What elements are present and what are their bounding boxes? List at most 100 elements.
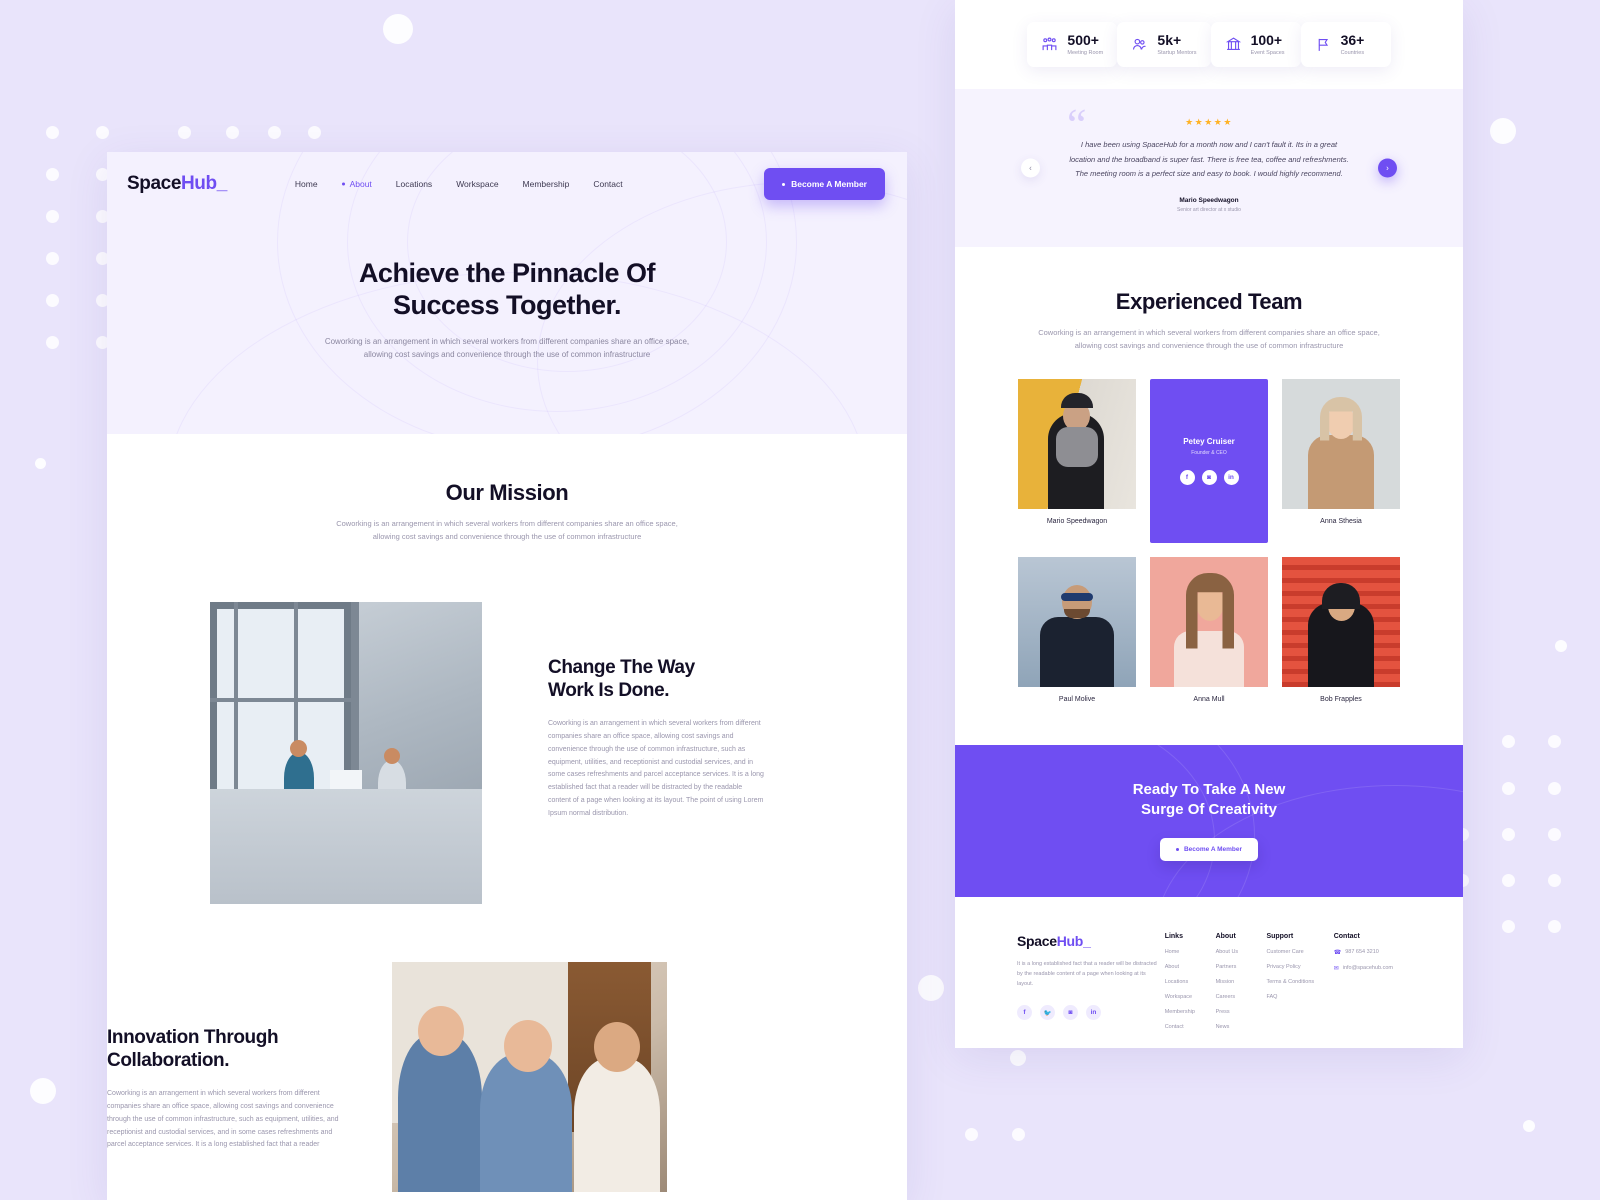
- feature-2-title-line1: Innovation Through: [107, 1026, 279, 1048]
- twitter-icon[interactable]: 🐦: [1040, 1005, 1055, 1021]
- testimonial-role: Senior art director at x studio: [1177, 206, 1241, 213]
- nav-item-about[interactable]: About: [342, 179, 372, 189]
- logo[interactable]: SpaceHub_: [127, 173, 227, 195]
- team-member-name: Paul Molive: [1058, 695, 1096, 703]
- footer-link[interactable]: News: [1216, 1024, 1267, 1030]
- footer-link[interactable]: About Us: [1216, 949, 1267, 955]
- stat-value: 5k+: [1157, 32, 1182, 48]
- logo-text-accent: Hub_: [180, 173, 227, 194]
- stat-card-startup-mentors[interactable]: 5k+ Startup Mentors: [1117, 22, 1211, 67]
- team-member-name: Anna Mull: [1193, 695, 1225, 703]
- hero-section: SpaceHub_ Home About Locations Workspace…: [107, 152, 907, 434]
- users-icon: [1131, 36, 1148, 53]
- feature-2-body: Coworking is an arrangement in which sev…: [107, 1090, 339, 1149]
- cta-section: Ready To Take A New Surge Of Creativity …: [955, 744, 1463, 897]
- phone-icon: ☎: [1333, 949, 1342, 956]
- hero-sub-line2: allowing cost savings and convenience th…: [363, 350, 651, 360]
- stat-card-event-spaces[interactable]: 100+ Event Spaces: [1210, 22, 1301, 67]
- nav-item-locations[interactable]: Locations: [396, 179, 432, 189]
- footer-link[interactable]: Partners: [1216, 964, 1267, 970]
- team-sub-line2: allowing cost savings and convenience th…: [1074, 340, 1344, 350]
- hero-sub-line1: Coworking is an arrangement in which sev…: [324, 337, 690, 347]
- stat-label: Countries: [1340, 50, 1365, 56]
- stat-label: Event Spaces: [1250, 50, 1285, 56]
- flag-icon: [1315, 36, 1332, 53]
- team-member-card[interactable]: Anna Sthesia: [1282, 378, 1400, 543]
- feature-2-title: Innovation Through Collaboration.: [107, 1026, 344, 1074]
- team-title: Experienced Team: [1115, 289, 1303, 314]
- become-a-member-button[interactable]: Become A Member: [764, 168, 885, 200]
- instagram-icon[interactable]: ◙: [1063, 1005, 1078, 1021]
- footer-socials: f 🐦 ◙ in: [1017, 1005, 1165, 1021]
- nav-item-contact[interactable]: Contact: [593, 179, 622, 189]
- footer-link[interactable]: Locations: [1165, 979, 1216, 985]
- meeting-people-icon: [1041, 36, 1058, 53]
- stat-card-countries[interactable]: 36+ Countries: [1300, 22, 1391, 67]
- testimonial-prev-button[interactable]: ‹: [1021, 158, 1040, 178]
- team-member-card[interactable]: Anna Mull: [1150, 556, 1268, 703]
- footer-link[interactable]: Press: [1216, 1009, 1267, 1015]
- team-member-photo: [1282, 556, 1400, 687]
- stats-row: 500+ Meeting Room 5k+ Startup Mentors 10…: [955, 0, 1463, 67]
- landing-page-mockup: 500+ Meeting Room 5k+ Startup Mentors 10…: [955, 0, 1463, 1048]
- footer-link[interactable]: Workspace: [1165, 994, 1216, 1000]
- testimonial-section: “ ★★★★★ I have been using SpaceHub for a…: [955, 89, 1463, 247]
- instagram-icon[interactable]: ◙: [1201, 469, 1217, 485]
- team-member-photo: [1282, 378, 1400, 509]
- nav-item-home[interactable]: Home: [295, 179, 318, 189]
- stat-label: Startup Mentors: [1157, 50, 1197, 56]
- rating-stars: ★★★★★: [1185, 117, 1233, 127]
- footer-column-heading: Support: [1266, 932, 1294, 940]
- mission-sub-line2: allowing cost savings and convenience th…: [372, 531, 642, 541]
- footer-description: It is a long established fact that a rea…: [1017, 960, 1157, 987]
- hero-title: Achieve the Pinnacle Of Success Together…: [107, 258, 907, 321]
- team-section: Experienced Team Coworking is an arrange…: [955, 247, 1463, 733]
- footer-column-heading: Contact: [1333, 932, 1360, 940]
- team-member-card[interactable]: Paul Molive: [1018, 556, 1136, 703]
- footer-phone[interactable]: ☎ 987 654 3210: [1334, 949, 1401, 956]
- nav-item-workspace[interactable]: Workspace: [456, 179, 498, 189]
- footer-logo-primary: Space: [1017, 932, 1057, 949]
- bullet-icon: [1175, 848, 1179, 852]
- team-featured-card[interactable]: Petey Cruiser Founder & CEO f ◙ in: [1150, 378, 1268, 543]
- nav-item-membership[interactable]: Membership: [523, 179, 570, 189]
- cta-title-line1: Ready To Take A New: [1132, 780, 1286, 798]
- hero-title-line2: Success Together.: [392, 289, 622, 320]
- footer-link[interactable]: FAQ: [1266, 994, 1333, 1000]
- footer: SpaceHub_ It is a long established fact …: [955, 897, 1463, 1049]
- quote-line2: location and the broadband is super fast…: [1069, 154, 1349, 164]
- footer-link[interactable]: Membership: [1165, 1009, 1216, 1015]
- facebook-icon[interactable]: f: [1017, 1005, 1032, 1021]
- cta-become-a-member-button[interactable]: Become A Member: [1159, 838, 1259, 862]
- footer-link[interactable]: Mission: [1216, 979, 1267, 985]
- team-member-photo: [1018, 378, 1136, 509]
- footer-link[interactable]: Customer Care: [1266, 949, 1333, 955]
- footer-logo[interactable]: SpaceHub_: [1017, 933, 1165, 949]
- testimonial-quote: I have been using SpaceHub for a month n…: [1059, 138, 1359, 182]
- facebook-icon[interactable]: f: [1179, 469, 1195, 485]
- testimonial-author: Mario Speedwagon: [1179, 196, 1239, 204]
- stat-value: 36+: [1340, 32, 1365, 48]
- linkedin-icon[interactable]: in: [1223, 469, 1239, 485]
- footer-link[interactable]: About: [1165, 964, 1216, 970]
- footer-link[interactable]: Terms & Conditions: [1266, 979, 1333, 985]
- office-photo: [210, 601, 482, 904]
- stat-card-meeting-room[interactable]: 500+ Meeting Room: [1027, 22, 1118, 67]
- become-a-member-label: Become A Member: [791, 179, 867, 189]
- footer-link[interactable]: Home: [1165, 949, 1216, 955]
- stat-value: 500+: [1067, 32, 1099, 48]
- feature-row-1: Change The Way Work Is Done. Coworking i…: [107, 601, 907, 904]
- team-member-card[interactable]: Bob Frapples: [1282, 556, 1400, 703]
- footer-link[interactable]: Contact: [1165, 1024, 1216, 1030]
- footer-link[interactable]: Careers: [1216, 994, 1267, 1000]
- linkedin-icon[interactable]: in: [1086, 1005, 1101, 1021]
- team-member-card[interactable]: Mario Speedwagon: [1018, 378, 1136, 543]
- testimonial-next-button[interactable]: ›: [1378, 158, 1397, 178]
- footer-email-text: info@spacehub.com: [1342, 965, 1393, 971]
- footer-brand: SpaceHub_ It is a long established fact …: [1017, 933, 1165, 1030]
- footer-email[interactable]: ✉ info@spacehub.com: [1334, 965, 1401, 972]
- footer-column-support: Support Customer Care Privacy Policy Ter…: [1266, 933, 1333, 1030]
- footer-link[interactable]: Privacy Policy: [1266, 964, 1333, 970]
- cta-title: Ready To Take A New Surge Of Creativity: [1133, 780, 1286, 821]
- footer-column-links: Links Home About Locations Workspace Mem…: [1165, 933, 1216, 1030]
